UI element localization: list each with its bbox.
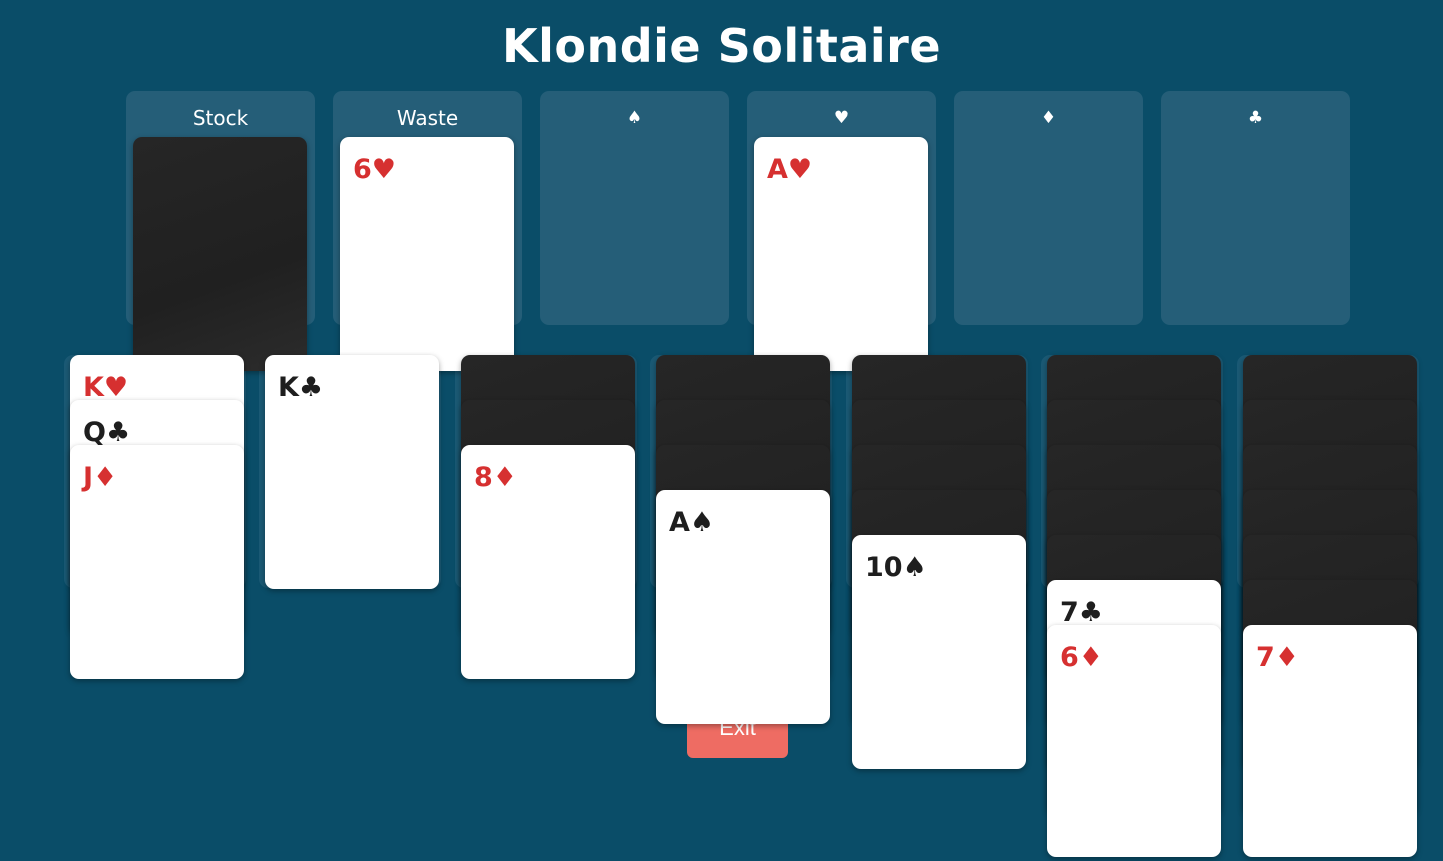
- card-rank: J♦: [83, 462, 118, 493]
- stock-card-back[interactable]: [133, 137, 307, 371]
- card-rank: A♥: [767, 154, 813, 185]
- card-rank: 6♥: [353, 154, 396, 185]
- spade-icon: ♠: [626, 108, 643, 128]
- card-rank: 8♦: [474, 462, 517, 493]
- tableau-card[interactable]: K♣: [265, 355, 439, 589]
- tableau-card[interactable]: 10♠: [852, 535, 1026, 769]
- waste-label: Waste: [396, 106, 459, 130]
- card-rank: 7♦: [1256, 642, 1299, 673]
- game-title: Klondie Solitaire: [501, 19, 942, 73]
- heart-icon: ♥: [833, 108, 850, 128]
- foundation-hearts-card[interactable]: A♥: [754, 137, 928, 371]
- card-rank: 10♠: [865, 552, 927, 583]
- tableau-card[interactable]: 6♦: [1047, 625, 1221, 857]
- foundation-diamonds-slot[interactable]: ♦: [954, 91, 1143, 325]
- tableau-card[interactable]: A♠: [656, 490, 830, 724]
- tableau-card[interactable]: 7♦: [1243, 625, 1417, 857]
- card-rank: A♠: [669, 507, 715, 538]
- card-rank: K♣: [278, 372, 324, 403]
- club-icon: ♣: [1247, 108, 1264, 128]
- card-rank: 6♦: [1060, 642, 1103, 673]
- foundation-spades-slot[interactable]: ♠: [540, 91, 729, 325]
- tableau-card[interactable]: 8♦: [461, 445, 635, 679]
- foundation-clubs-slot[interactable]: ♣: [1161, 91, 1350, 325]
- diamond-icon: ♦: [1040, 108, 1057, 128]
- waste-card[interactable]: 6♥: [340, 137, 514, 371]
- tableau-card[interactable]: J♦: [70, 445, 244, 679]
- stock-label: Stock: [192, 106, 249, 130]
